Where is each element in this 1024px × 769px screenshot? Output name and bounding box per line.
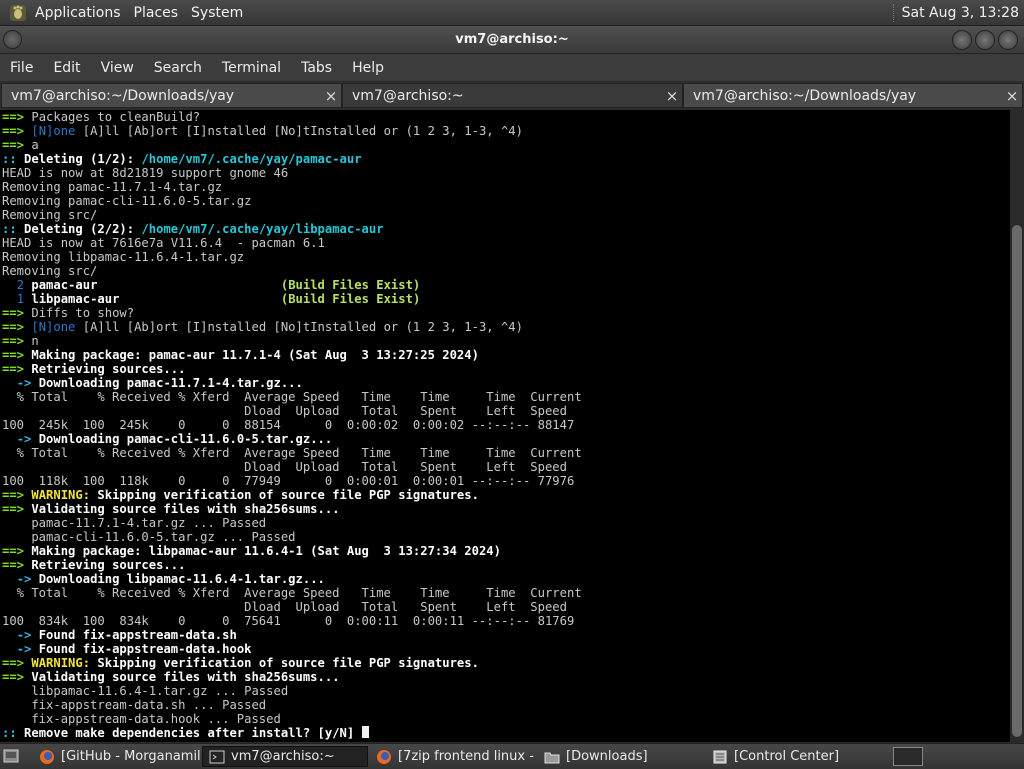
terminal-output[interactable]: ==> Packages to cleanBuild? ==> [N]one [… <box>0 110 1010 742</box>
taskbar-label: [Control Center] <box>734 749 840 764</box>
gnome-foot-icon[interactable] <box>9 4 27 22</box>
taskbar-label: [Downloads] <box>566 749 648 764</box>
tab-close-icon[interactable]: × <box>664 87 680 105</box>
menu-system[interactable]: System <box>187 5 252 21</box>
tab-downloads-yay-2[interactable]: vm7@archiso:~/Downloads/yay × <box>683 83 1023 108</box>
workspace-switcher[interactable] <box>893 747 923 766</box>
maximize-button[interactable] <box>975 30 995 50</box>
menu-edit[interactable]: Edit <box>43 60 90 76</box>
menu-file[interactable]: File <box>0 60 43 76</box>
firefox-icon <box>377 749 391 764</box>
scrollbar-thumb[interactable] <box>1012 225 1022 737</box>
tab-bar: vm7@archiso:~/Downloads/yay × vm7@archis… <box>0 82 1024 109</box>
tab-label: vm7@archiso:~ <box>352 87 464 104</box>
taskbar-item-downloads[interactable]: [Downloads] <box>538 746 706 767</box>
taskbar-label: vm7@archiso:~ <box>231 749 335 764</box>
taskbar-item-github[interactable]: [GitHub - Morganamil... <box>33 746 201 767</box>
menu-places[interactable]: Places <box>130 5 188 21</box>
window-titlebar[interactable]: vm7@archiso:~ <box>0 26 1024 54</box>
terminal-scrollbar[interactable] <box>1010 110 1024 742</box>
panel-separator <box>892 3 896 22</box>
firefox-icon <box>40 749 54 764</box>
taskbar-label: [7zip frontend linux - ... <box>398 749 538 764</box>
clock[interactable]: Sat Aug 3, 13:28 <box>902 5 1019 21</box>
tab-downloads-yay-1[interactable]: vm7@archiso:~/Downloads/yay × <box>1 83 342 108</box>
taskbar-item-control-center[interactable]: [Control Center] <box>706 746 874 767</box>
window-title: vm7@archiso:~ <box>455 32 569 47</box>
taskbar-label: [GitHub - Morganamil... <box>61 749 201 764</box>
folder-icon <box>544 752 560 763</box>
tab-label: vm7@archiso:~/Downloads/yay <box>693 87 917 104</box>
terminal-icon <box>209 750 225 763</box>
menu-tabs[interactable]: Tabs <box>291 60 342 76</box>
tab-home[interactable]: vm7@archiso:~ × <box>342 83 683 108</box>
menu-terminal[interactable]: Terminal <box>212 60 291 76</box>
menu-applications[interactable]: Applications <box>31 5 130 21</box>
menubar: File Edit View Search Terminal Tabs Help <box>0 54 1024 81</box>
show-desktop-icon[interactable] <box>3 748 19 764</box>
minimize-button[interactable] <box>952 30 972 50</box>
menu-search[interactable]: Search <box>144 60 212 76</box>
menu-help[interactable]: Help <box>342 60 394 76</box>
terminal-text: ==> Packages to cleanBuild? ==> [N]one [… <box>2 110 582 740</box>
tab-close-icon[interactable]: × <box>323 87 339 105</box>
menu-view[interactable]: View <box>91 60 144 76</box>
close-window-button[interactable] <box>998 30 1018 50</box>
control-center-icon <box>713 750 727 763</box>
bottom-taskbar: [GitHub - Morganamil... vm7@archiso:~ [7… <box>0 743 1024 769</box>
top-panel: Applications Places System Sat Aug 3, 13… <box>0 0 1024 26</box>
taskbar-item-terminal[interactable]: vm7@archiso:~ <box>202 746 368 767</box>
taskbar-item-7zip[interactable]: [7zip frontend linux - ... <box>370 746 538 767</box>
tab-close-icon[interactable]: × <box>1004 87 1020 105</box>
tab-label: vm7@archiso:~/Downloads/yay <box>11 87 235 104</box>
